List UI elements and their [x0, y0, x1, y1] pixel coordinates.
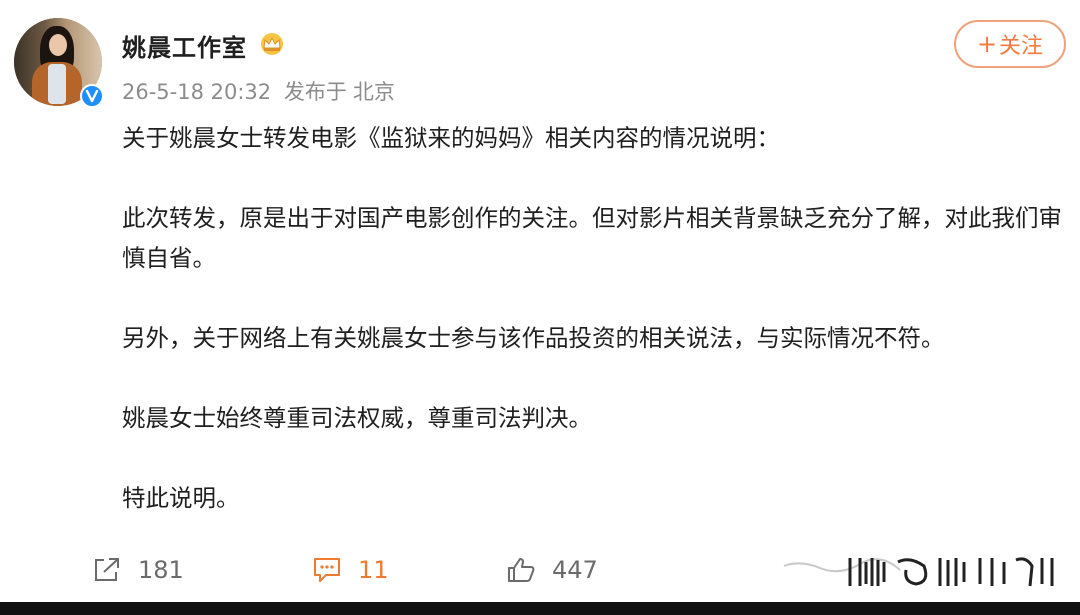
comment-icon	[314, 558, 340, 582]
share-icon	[95, 558, 119, 581]
avatar[interactable]	[14, 18, 106, 110]
weibo-post-card: 姚晨工作室 26-5-18 20:32 发布于 北京 + 关注 关于姚晨女士转发电…	[0, 0, 1080, 602]
verified-icon	[80, 84, 104, 108]
post-location: 北京	[352, 80, 395, 104]
watermark-scribble	[783, 557, 1054, 587]
like-button[interactable]: 447	[506, 548, 598, 592]
post-meta: 26-5-18 20:32 发布于 北京	[122, 76, 401, 106]
source-prefix: 发布于	[283, 80, 347, 104]
share-button[interactable]: 181	[92, 548, 184, 592]
post-paragraph: 姚晨女士始终尊重司法权威，尊重司法判决。	[122, 404, 592, 432]
follow-button[interactable]: + 关注	[954, 20, 1066, 68]
post-paragraph: 此次转发，原是出于对国产电影创作的关注。但对影片相关背景缺乏充分了解，对此我们审…	[122, 204, 1062, 272]
bottom-edge-bar	[0, 602, 1080, 615]
comment-button[interactable]: 11	[312, 548, 389, 592]
post-paragraph: 另外，关于网络上有关姚晨女士参与该作品投资的相关说法，与实际情况不符。	[122, 324, 945, 352]
follow-label: 关注	[999, 34, 1044, 59]
comment-count: 11	[358, 556, 389, 584]
thumbs-up-icon	[508, 558, 535, 582]
post-timestamp[interactable]: 26-5-18 20:32	[122, 80, 271, 104]
post-paragraph: 特此说明。	[122, 484, 240, 512]
post-body: 关于姚晨女士转发电影《监狱来的妈妈》相关内容的情况说明： 此次转发，原是出于对国…	[122, 118, 1062, 558]
plus-icon: +	[976, 30, 998, 58]
post-paragraph: 关于姚晨女士转发电影《监狱来的妈妈》相关内容的情况说明：	[122, 124, 780, 152]
crown-icon	[261, 33, 283, 55]
author-name[interactable]: 姚晨工作室	[122, 28, 247, 63]
share-count: 181	[138, 556, 184, 584]
like-count: 447	[552, 556, 598, 584]
